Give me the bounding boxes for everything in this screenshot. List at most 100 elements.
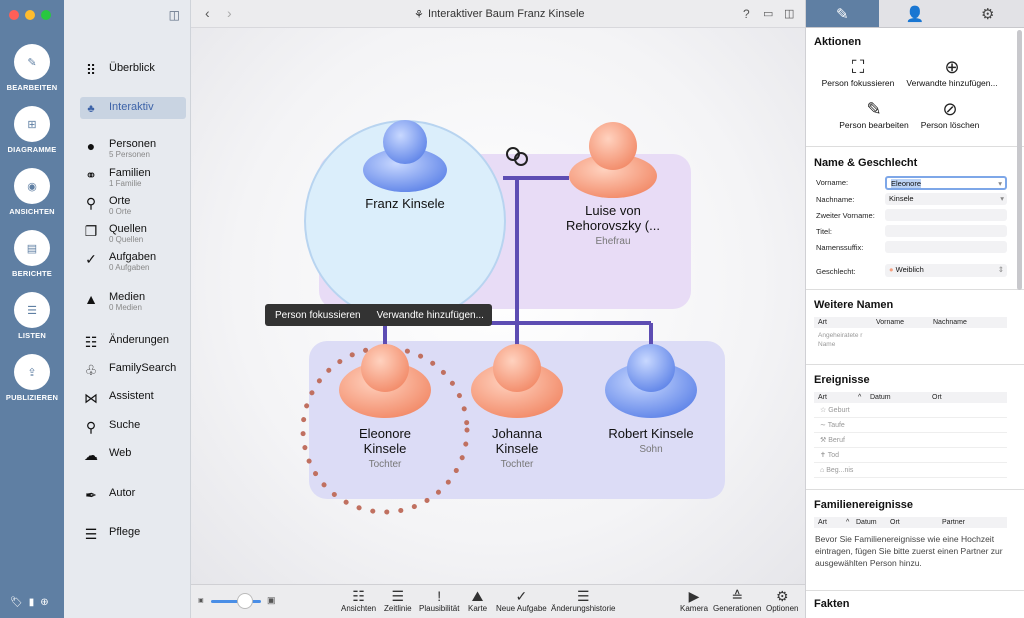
sidebar-toggle-icon[interactable]: ◫ bbox=[169, 8, 180, 22]
person-node-robert[interactable]: Robert Kinsele Sohn bbox=[591, 426, 711, 455]
nav-item-web[interactable]: ☁ Web bbox=[80, 447, 186, 469]
person-node-eleonore[interactable]: Eleonore Kinsele Tochter bbox=[344, 426, 426, 470]
zeitlinie-button[interactable]: ☰ Zeitlinie bbox=[384, 588, 412, 613]
tab-person[interactable]: 👤 bbox=[879, 0, 952, 27]
name-suffix-field[interactable] bbox=[885, 241, 1007, 253]
person-node-luise[interactable]: Luise von Rehorovszky (... Ehefrau bbox=[557, 203, 669, 247]
kamera-button[interactable]: ▶ Kamera bbox=[680, 588, 708, 613]
zoom-in-icon[interactable]: ▣ bbox=[267, 595, 276, 606]
plausibilitaet-button[interactable]: ! Plausibilität bbox=[419, 588, 459, 613]
focus-person-popover-button[interactable]: Person fokussieren bbox=[265, 310, 371, 321]
forward-arrow-icon[interactable]: › bbox=[227, 5, 232, 21]
karte-button[interactable]: ⛰ Karte bbox=[468, 588, 487, 613]
generationen-button[interactable]: ≙ Generationen bbox=[713, 588, 761, 613]
inspector-scrollbar[interactable] bbox=[1017, 30, 1022, 290]
nav-item-quellen[interactable]: ❐ Quellen 0 Quellen bbox=[80, 223, 186, 245]
ansichten-button[interactable]: ☷ Ansichten bbox=[341, 588, 376, 613]
nav-item-assistent[interactable]: ⋈ Assistent bbox=[80, 390, 186, 412]
nav-item-aufgaben[interactable]: ✓ Aufgaben 0 Aufgaben bbox=[80, 251, 186, 273]
pencil-icon: ✎ bbox=[866, 99, 882, 119]
close-window-button[interactable] bbox=[9, 10, 19, 20]
person-node-franz[interactable]: Franz Kinsele bbox=[341, 196, 469, 211]
rail-button-bearbeiten[interactable]: ✎ BEARBEITEN bbox=[0, 44, 64, 92]
sort-up-icon[interactable]: ^ bbox=[842, 517, 852, 528]
nav-item-interaktiv[interactable]: ♣ Interaktiv bbox=[80, 97, 186, 119]
nav-item-familien[interactable]: ⚭ Familien 1 Familie bbox=[80, 167, 186, 189]
nav-label: Web bbox=[109, 447, 132, 459]
column-header: Partner bbox=[942, 519, 965, 526]
inspector-toggle-icon[interactable]: ◫ bbox=[784, 7, 794, 20]
sort-up-icon[interactable]: ^ bbox=[854, 392, 866, 403]
tree-canvas[interactable]: Franz Kinsele Luise von Rehorovszky (...… bbox=[191, 28, 805, 584]
nav-item-suche[interactable]: ⚲ Suche bbox=[80, 419, 186, 441]
tab-edit[interactable]: ✎ bbox=[806, 0, 879, 27]
nav-sub: 0 Medien bbox=[109, 303, 142, 312]
fullscreen-icon[interactable]: ▭ bbox=[763, 7, 773, 20]
nav-item-orte[interactable]: ⚲ Orte 0 Orte bbox=[80, 195, 186, 217]
window-controls bbox=[9, 10, 51, 20]
rail-button-ansichten[interactable]: ◉ ANSICHTEN bbox=[0, 168, 64, 216]
tab-settings[interactable]: ⚙ bbox=[951, 0, 1024, 27]
nav-label: Pflege bbox=[109, 526, 141, 538]
nav-label: Orte bbox=[109, 195, 131, 207]
first-name-field[interactable]: Eleonore ▾ bbox=[885, 176, 1007, 190]
zoom-window-button[interactable] bbox=[41, 10, 51, 20]
rail-button-listen[interactable]: ☰ LISTEN bbox=[0, 292, 64, 340]
checkmark-icon: ✓ bbox=[85, 251, 97, 267]
nav-item-personen[interactable]: ● Personen 5 Personen bbox=[80, 138, 186, 160]
delete-person-button[interactable]: ⊘ Person löschen bbox=[910, 98, 990, 130]
cross-icon: ✝ bbox=[820, 452, 826, 459]
inspector-panel: ✎ 👤 ⚙ Aktionen ⛶ Person fokussieren ⊕ Verw… bbox=[805, 0, 1024, 618]
middle-name-field[interactable] bbox=[885, 209, 1007, 221]
help-icon[interactable]: ? bbox=[743, 7, 750, 21]
zoom-slider[interactable] bbox=[211, 600, 261, 603]
person-node-johanna[interactable]: Johanna Kinsele Tochter bbox=[476, 426, 558, 470]
cloud-icon: ☁ bbox=[84, 447, 98, 463]
minimize-window-button[interactable] bbox=[25, 10, 35, 20]
rail-button-publizieren[interactable]: ⇪ PUBLIZIEREN bbox=[0, 354, 64, 402]
title-field[interactable] bbox=[885, 225, 1007, 237]
nav-item-pflege[interactable]: ☰ Pflege bbox=[80, 526, 186, 548]
nav-item-aenderungen[interactable]: ☷ Änderungen bbox=[80, 334, 186, 356]
rail-button-diagramme[interactable]: ⊞ DIAGRAMME bbox=[0, 106, 64, 154]
add-relatives-button[interactable]: ⊕ Verwandte hinzufügen... bbox=[902, 56, 1002, 88]
nav-label: Quellen bbox=[109, 223, 147, 235]
add-relatives-popover-button[interactable]: Verwandte hinzufügen... bbox=[371, 310, 492, 321]
edit-person-button[interactable]: ✎ Person bearbeiten bbox=[830, 98, 918, 130]
person-name: Franz Kinsele bbox=[365, 196, 445, 211]
event-row-occupation[interactable]: ⚒ Beruf bbox=[814, 434, 1007, 448]
optionen-button[interactable]: ⚙ Optionen bbox=[766, 588, 798, 613]
nav-label: Aufgaben bbox=[109, 251, 157, 263]
nav-item-medien[interactable]: ▲ Medien 0 Medien bbox=[80, 291, 186, 313]
person-role: Sohn bbox=[639, 444, 663, 455]
zoom-slider-thumb[interactable] bbox=[237, 593, 253, 609]
last-name-field[interactable]: Kinsele ▾ bbox=[885, 193, 1007, 205]
gender-select[interactable]: ● Weiblich ⇕ bbox=[885, 264, 1007, 277]
nav-item-autor[interactable]: ✒ Autor bbox=[80, 487, 186, 509]
gear-icon: ⚙ bbox=[980, 5, 995, 23]
back-arrow-icon[interactable]: ‹ bbox=[205, 5, 210, 21]
add-person-icon: ⊕ bbox=[944, 57, 960, 77]
event-row-burial[interactable]: ⌂ Beg...nis bbox=[814, 464, 1007, 478]
nav-label: FamilySearch bbox=[109, 362, 177, 374]
nav-item-ueberblick[interactable]: ⠿ Überblick bbox=[80, 62, 186, 84]
event-row-birth[interactable]: ☆ Geburt bbox=[814, 404, 1007, 418]
bookmark-icon[interactable]: ▮ bbox=[29, 597, 35, 608]
nav-label: Überblick bbox=[109, 62, 155, 74]
nav-item-familysearch[interactable]: ♧ FamilySearch bbox=[80, 362, 186, 384]
aenderungshistorie-button[interactable]: ☰ Änderungshistorie bbox=[551, 588, 615, 613]
tag-icon[interactable]: 🏷 bbox=[10, 597, 23, 608]
globe-icon[interactable]: ⊕ bbox=[40, 597, 48, 608]
table-row[interactable]: Angeheiratete r Name bbox=[818, 331, 872, 349]
rail-button-berichte[interactable]: ▤ BERICHTE bbox=[0, 230, 64, 278]
button-label: Neue Aufgabe bbox=[496, 604, 547, 613]
zoom-out-icon[interactable]: ▣ bbox=[198, 597, 204, 604]
event-row-death[interactable]: ✝ Tod bbox=[814, 449, 1007, 463]
nav-sub: 0 Quellen bbox=[109, 235, 144, 244]
button-label: Zeitlinie bbox=[384, 604, 412, 613]
section-title: Ereignisse bbox=[814, 374, 870, 386]
neue-aufgabe-button[interactable]: ✓ Neue Aufgabe bbox=[496, 588, 547, 613]
focus-person-button[interactable]: ⛶ Person fokussieren bbox=[814, 56, 902, 88]
task-check-icon: ✓ bbox=[515, 588, 528, 604]
event-row-baptism[interactable]: ∼ Taufe bbox=[814, 419, 1007, 433]
